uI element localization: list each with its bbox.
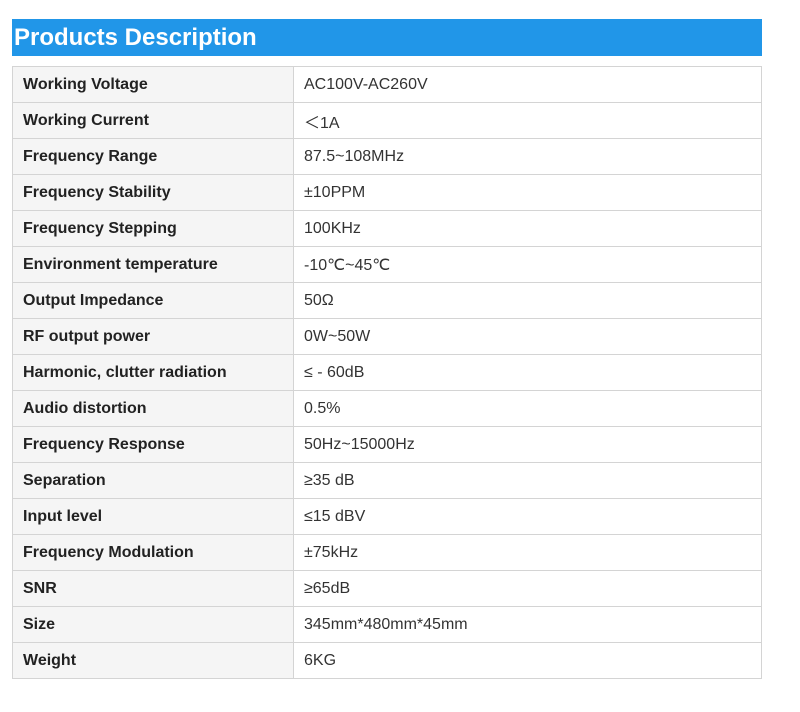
table-row: Frequency Stepping 100KHz — [12, 210, 762, 247]
table-row: RF output power 0W~50W — [12, 318, 762, 355]
spec-label: RF output power — [12, 318, 294, 355]
spec-value: 50Ω — [293, 282, 762, 319]
spec-value: ±10PPM — [293, 174, 762, 211]
spec-value: 0.5% — [293, 390, 762, 427]
table-row: Audio distortion 0.5% — [12, 390, 762, 427]
spec-label: Size — [12, 606, 294, 643]
spec-label: Environment temperature — [12, 246, 294, 283]
spec-label: Audio distortion — [12, 390, 294, 427]
table-row: Separation ≥35 dB — [12, 462, 762, 499]
table-row: Weight 6KG — [12, 642, 762, 679]
table-row: Harmonic, clutter radiation ≤ - 60dB — [12, 354, 762, 391]
spec-value: ≤ - 60dB — [293, 354, 762, 391]
spec-table-body: Working Voltage AC100V-AC260V Working Curr… — [12, 66, 762, 679]
spec-label: Input level — [12, 498, 294, 535]
spec-value: 87.5~108MHz — [293, 138, 762, 175]
spec-value: ≥65dB — [293, 570, 762, 607]
spec-label: Weight — [12, 642, 294, 679]
table-row: Frequency Response 50Hz~15000Hz — [12, 426, 762, 463]
spec-value: AC100V-AC260V — [293, 66, 762, 103]
spec-label: Frequency Stepping — [12, 210, 294, 247]
spec-label: Harmonic, clutter radiation — [12, 354, 294, 391]
table-row: Frequency Modulation ±75kHz — [12, 534, 762, 571]
table-row: Frequency Stability ±10PPM — [12, 174, 762, 211]
table-row: Output Impedance 50Ω — [12, 282, 762, 319]
spec-label: SNR — [12, 570, 294, 607]
spec-label: Output Impedance — [12, 282, 294, 319]
spec-value: 0W~50W — [293, 318, 762, 355]
table-row: Size 345mm*480mm*45mm — [12, 606, 762, 643]
table-row: Working Current ＜1A — [12, 102, 762, 139]
spec-value: ±75kHz — [293, 534, 762, 571]
spec-label: Frequency Response — [12, 426, 294, 463]
spec-value: 6KG — [293, 642, 762, 679]
spec-value: 50Hz~15000Hz — [293, 426, 762, 463]
spec-value: ≥35 dB — [293, 462, 762, 499]
spec-label: Frequency Stability — [12, 174, 294, 211]
spec-label: Working Voltage — [12, 66, 294, 103]
spec-label: Separation — [12, 462, 294, 499]
spec-value: 345mm*480mm*45mm — [293, 606, 762, 643]
spec-value: ＜1A — [293, 102, 762, 139]
table-row: Frequency Range 87.5~108MHz — [12, 138, 762, 175]
table-row: Input level ≤15 dBV — [12, 498, 762, 535]
spec-label: Frequency Range — [12, 138, 294, 175]
spec-table: Working Voltage AC100V-AC260V Working Curr… — [12, 66, 762, 679]
table-row: SNR ≥65dB — [12, 570, 762, 607]
spec-value: ≤15 dBV — [293, 498, 762, 535]
spec-label: Frequency Modulation — [12, 534, 294, 571]
table-row: Environment temperature -10℃~45℃ — [12, 246, 762, 283]
spec-label: Working Current — [12, 102, 294, 139]
section-title: Products Description — [12, 19, 762, 56]
table-row: Working Voltage AC100V-AC260V — [12, 66, 762, 103]
spec-value: -10℃~45℃ — [293, 246, 762, 283]
spec-value: 100KHz — [293, 210, 762, 247]
